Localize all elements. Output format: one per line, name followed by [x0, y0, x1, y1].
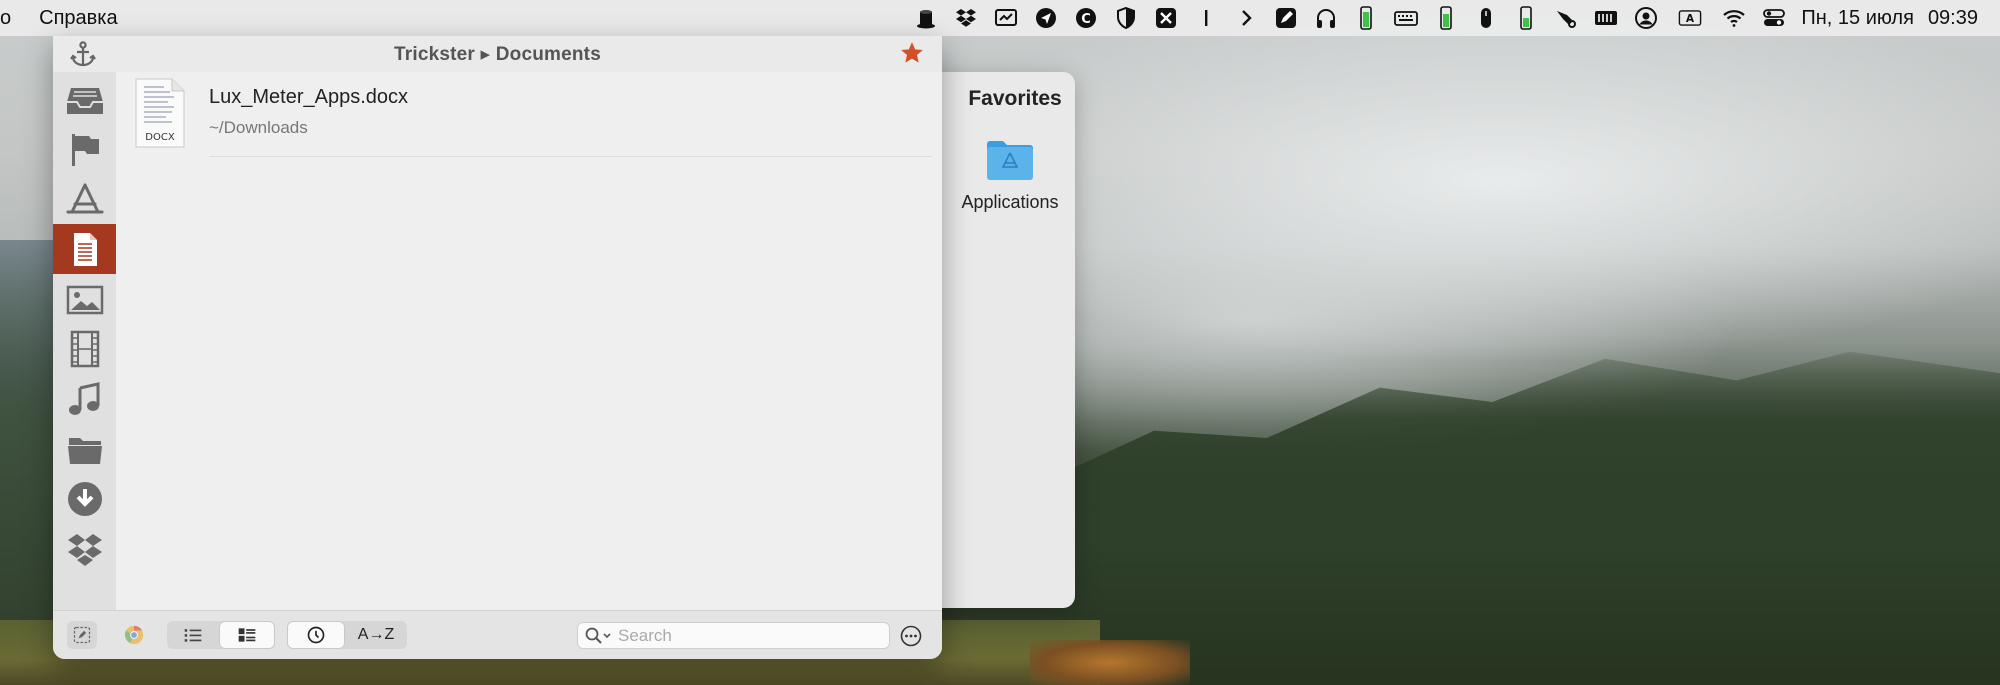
- menu-bar: о Справка C A Пн, 15 июля 09:39: [0, 0, 2000, 36]
- sidebar-item-inbox[interactable]: [53, 74, 116, 124]
- sidebar-item-downloads[interactable]: [53, 474, 116, 524]
- dropbox-icon[interactable]: [953, 6, 979, 30]
- control-center-icon[interactable]: [1761, 6, 1787, 30]
- dropbox-icon: [67, 534, 102, 566]
- menubar-date[interactable]: Пн, 15 июля: [1801, 7, 1914, 30]
- file-row[interactable]: DOCX Lux_Meter_Apps.docx ~/Downloads: [116, 72, 942, 158]
- sidebar-item-applications[interactable]: [53, 174, 116, 224]
- file-path: ~/Downloads: [209, 118, 308, 137]
- edit-icon[interactable]: [1273, 6, 1299, 30]
- menu-item-partial[interactable]: о: [0, 7, 11, 30]
- memory-icon[interactable]: [1593, 6, 1619, 30]
- close-box-icon[interactable]: [1153, 6, 1179, 30]
- row-divider: [209, 156, 932, 157]
- list-icon: [184, 629, 202, 642]
- edit-button[interactable]: [67, 621, 97, 649]
- file-list: DOCX Lux_Meter_Apps.docx ~/Downloads: [116, 72, 942, 610]
- battery-level-icon: [1353, 6, 1379, 30]
- pencil-icon: [73, 626, 91, 644]
- favorite-item-label: Applications: [961, 192, 1059, 212]
- clock-icon: [307, 626, 325, 644]
- music-note-icon: [68, 382, 99, 415]
- input-source-letter: A: [1686, 13, 1695, 25]
- film-strip-icon: [70, 330, 99, 368]
- sort-alpha-button[interactable]: A→Z: [345, 621, 407, 649]
- sort-recent-button[interactable]: [287, 621, 345, 649]
- search-field[interactable]: [577, 622, 890, 649]
- shield-icon[interactable]: [1113, 6, 1139, 30]
- detail-view-button[interactable]: [219, 621, 275, 649]
- sidebar-item-movies[interactable]: [53, 324, 116, 374]
- sidebar-item-folders[interactable]: [53, 424, 116, 474]
- battery-level-icon: [1433, 6, 1459, 30]
- sidebar-item-pictures[interactable]: [53, 274, 116, 324]
- hat-icon[interactable]: [913, 6, 939, 30]
- user-account-icon[interactable]: [1633, 6, 1659, 30]
- chrome-icon: [124, 625, 144, 645]
- anchor-icon[interactable]: [68, 40, 98, 68]
- text-cursor-icon[interactable]: [1193, 6, 1219, 30]
- applications-folder-icon: [985, 136, 1035, 182]
- svg-text:C: C: [1082, 12, 1092, 27]
- star-icon[interactable]: [899, 40, 925, 66]
- ellipsis-circle-icon: [900, 625, 922, 647]
- wallpaper-forest-ridge: [1060, 351, 2000, 685]
- menubar-time[interactable]: 09:39: [1928, 7, 1978, 30]
- mouse-icon[interactable]: [1473, 6, 1499, 30]
- search-icon: [585, 627, 611, 644]
- input-source-icon[interactable]: A: [1673, 6, 1707, 30]
- sidebar-item-dropbox[interactable]: [53, 524, 116, 574]
- app-store-icon: [66, 183, 103, 214]
- favorite-item-applications[interactable]: Applications: [950, 136, 1070, 213]
- wallpaper-autumn-tree: [1030, 640, 1190, 685]
- flag-icon: [71, 134, 99, 166]
- window-title: Trickster ▸ Documents: [394, 43, 601, 65]
- sort-alpha-label: A→Z: [357, 626, 395, 643]
- list-view-button[interactable]: [167, 621, 219, 649]
- browser-button[interactable]: [119, 621, 149, 649]
- download-icon: [67, 482, 102, 516]
- window-titlebar[interactable]: Trickster ▸ Documents: [53, 36, 942, 72]
- c-app-icon[interactable]: C: [1073, 6, 1099, 30]
- detail-list-icon: [238, 628, 256, 642]
- screen-capture-icon[interactable]: [993, 6, 1019, 30]
- menu-item-help[interactable]: Справка: [39, 7, 117, 30]
- sort-mode-segmented: A→Z: [287, 621, 407, 649]
- keyboard-icon[interactable]: [1393, 6, 1419, 30]
- battery-level-icon: [1513, 6, 1539, 30]
- headphones-icon[interactable]: [1313, 6, 1339, 30]
- wifi-icon[interactable]: [1721, 6, 1747, 30]
- navigation-icon[interactable]: [1033, 6, 1059, 30]
- document-icon: [73, 233, 97, 266]
- docx-file-icon: DOCX: [134, 77, 186, 149]
- category-sidebar: [53, 72, 116, 610]
- bottom-toolbar: A→Z: [53, 610, 942, 659]
- file-name: Lux_Meter_Apps.docx: [209, 86, 409, 108]
- sidebar-item-flagged[interactable]: [53, 124, 116, 174]
- file-type-label: DOCX: [145, 132, 175, 143]
- view-mode-segmented: [167, 621, 275, 649]
- favorites-title: Favorites: [968, 87, 1062, 110]
- flashlight-icon[interactable]: [1553, 6, 1579, 30]
- trickster-window: Trickster ▸ Documents DOCX Lux_Meter_App…: [53, 36, 942, 659]
- sidebar-item-music[interactable]: [53, 374, 116, 424]
- more-options-button[interactable]: [899, 624, 923, 648]
- inbox-tray-icon: [66, 88, 103, 114]
- sidebar-item-documents[interactable]: [53, 224, 116, 274]
- picture-icon: [66, 285, 103, 315]
- chevron-right-icon[interactable]: [1233, 6, 1259, 30]
- search-input[interactable]: [618, 625, 889, 646]
- folder-icon: [67, 438, 102, 464]
